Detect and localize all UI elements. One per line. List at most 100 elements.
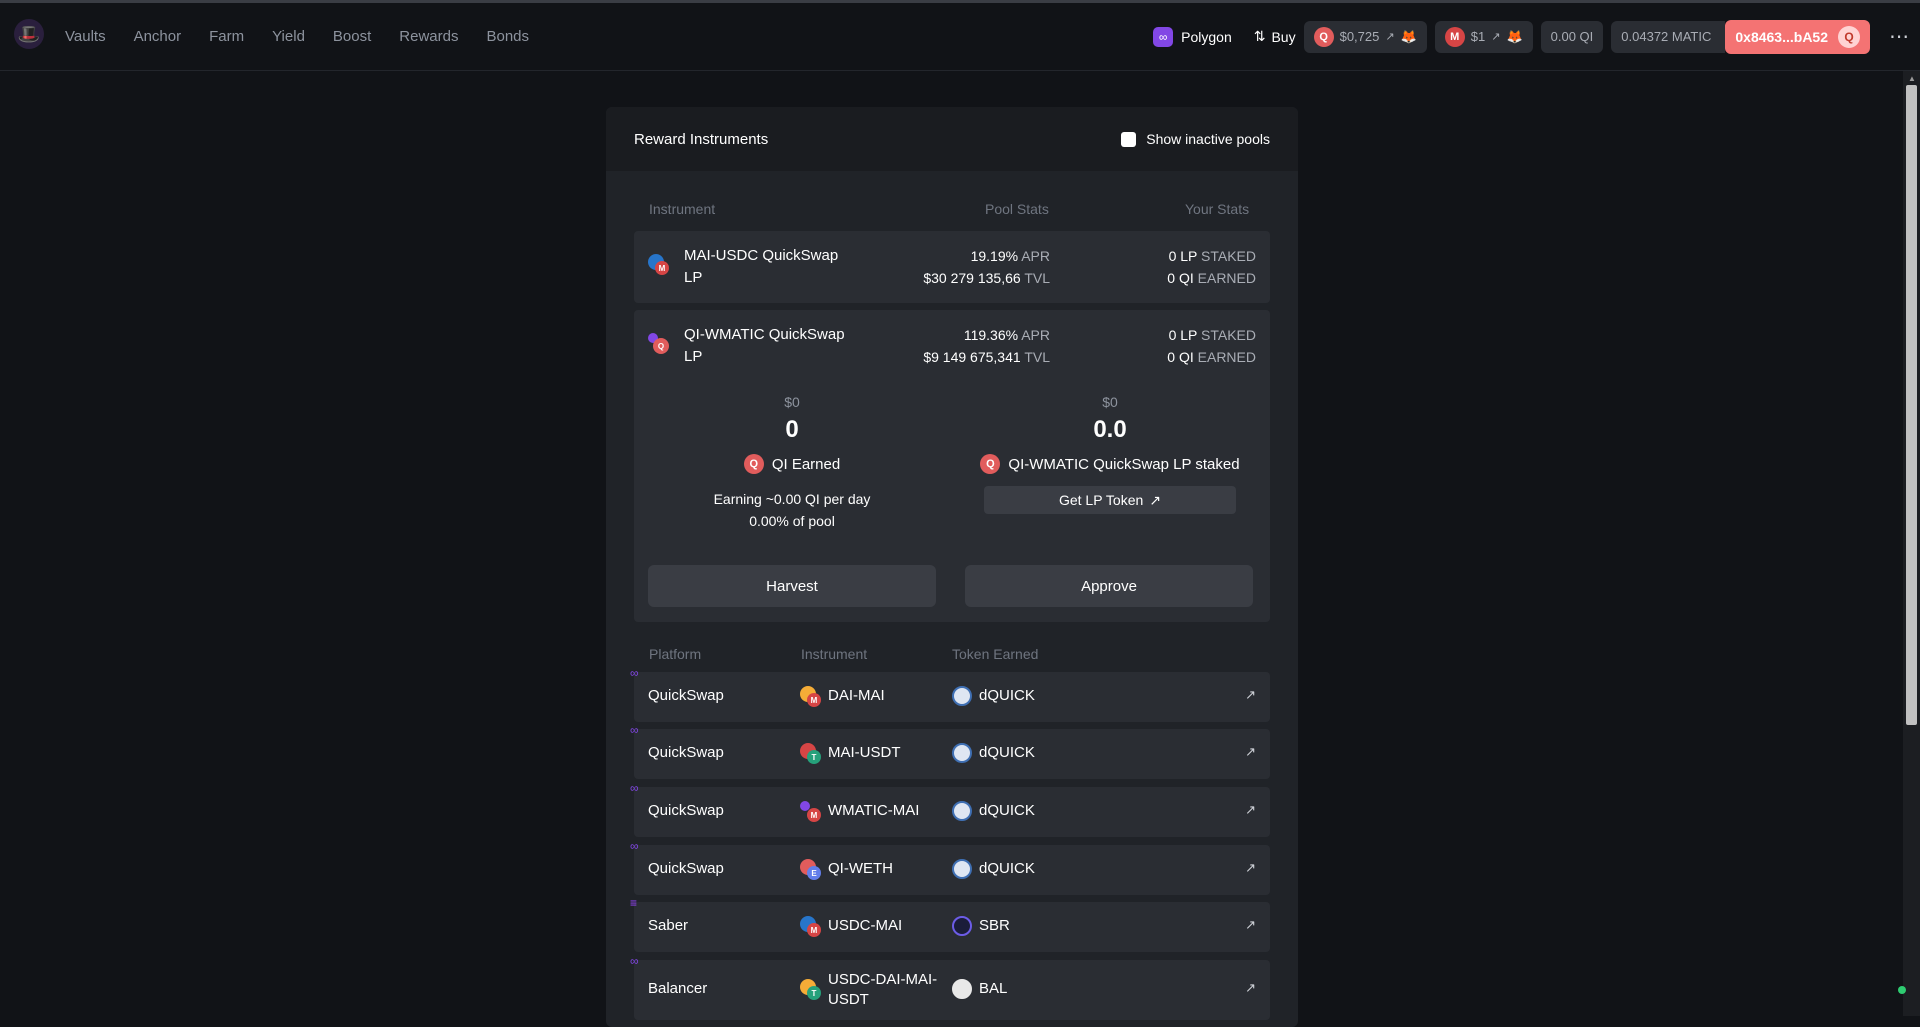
earned-label-row: Q QI Earned: [652, 454, 932, 474]
dquick-icon: [952, 743, 972, 763]
metamask-icon[interactable]: 🦊: [1401, 29, 1417, 45]
mai-price-pill[interactable]: M $1 ↗ 🦊: [1434, 20, 1533, 53]
staked-column: $0 0.0 Q QI-WMATIC QuickSwap LP staked G…: [970, 394, 1250, 514]
balancer-icon: ∞: [630, 954, 639, 968]
nav-bonds[interactable]: Bonds: [486, 28, 529, 45]
pool-row-expanded[interactable]: Q QI-WMATIC QuickSwap LP 119.36% APR $9 …: [634, 310, 1270, 622]
matic-balance: 0.04372 MATIC: [1621, 29, 1712, 44]
staked-unit: STAKED: [1201, 327, 1256, 343]
nav-farm[interactable]: Farm: [209, 28, 244, 45]
qi-wmatic-pair-icon: Q: [648, 333, 670, 355]
nav-vaults[interactable]: Vaults: [65, 28, 106, 45]
external-link-icon[interactable]: ↗: [1245, 980, 1256, 996]
pool-row[interactable]: M MAI-USDC QuickSwap LP 19.19% APR $30 2…: [634, 231, 1270, 303]
wmatic-mai-icon: M: [800, 801, 822, 823]
staked-amount: 0.0: [1093, 416, 1127, 443]
buy-button[interactable]: ⇅ Buy: [1254, 28, 1296, 45]
pool-stats: 119.36% APR $9 149 675,341 TVL: [923, 324, 1050, 368]
panel-header: Reward Instruments Show inactive pools: [606, 107, 1298, 171]
mai-token-icon: M: [1444, 26, 1465, 47]
instrument-name: USDC-DAI-MAI-USDT: [828, 971, 938, 1008]
token-earned: dQUICK: [979, 860, 1035, 877]
platform-name: QuickSwap: [648, 687, 724, 704]
platform-row[interactable]: ∞ QuickSwap T MAI-USDT dQUICK ↗: [630, 723, 1270, 779]
qi-token-icon: Q: [743, 454, 764, 474]
instrument-name: DAI-MAI: [828, 687, 885, 704]
staked-usd: $0: [1102, 394, 1118, 410]
nav-boost[interactable]: Boost: [333, 28, 371, 45]
quickswap-icon: ∞: [630, 723, 639, 737]
saber-icon: ≡: [630, 896, 638, 910]
external-link-icon[interactable]: ↗: [1245, 917, 1256, 933]
platform-row[interactable]: ∞ QuickSwap M DAI-MAI dQUICK ↗: [630, 666, 1270, 722]
platform-row[interactable]: ∞ Balancer T USDC-DAI-MAI-USDT BAL ↗: [630, 954, 1270, 1020]
get-lp-token-button[interactable]: Get LP Token ↗: [984, 486, 1236, 514]
instrument-name: WMATIC-MAI: [828, 802, 920, 819]
approve-button[interactable]: Approve: [965, 565, 1253, 607]
mai-usdt-icon: T: [800, 743, 822, 765]
dai-mai-icon: M: [800, 686, 822, 708]
platform-row[interactable]: ≡ Saber M USDC-MAI SBR ↗: [630, 896, 1270, 952]
top-nav-bar: 🎩 Vaults Anchor Farm Yield Boost Rewards…: [0, 3, 1920, 71]
pool-name: QI-WMATIC QuickSwap LP: [684, 326, 845, 365]
pool-tvl: $30 279 135,66: [923, 270, 1021, 286]
earned-value: 0 QI: [1167, 270, 1194, 286]
your-stats: 0 LP STAKED 0 QI EARNED: [1167, 324, 1256, 368]
col-instrument: Instrument: [649, 201, 716, 217]
tvl-unit: TVL: [1024, 349, 1050, 365]
staked-unit: STAKED: [1201, 248, 1256, 264]
earned-unit: EARNED: [1197, 270, 1256, 286]
dquick-icon: [952, 801, 972, 821]
platform-row[interactable]: ∞ QuickSwap M WMATIC-MAI dQUICK ↗: [630, 781, 1270, 837]
staked-label: QI-WMATIC QuickSwap LP staked: [1008, 455, 1240, 473]
matic-balance-pill: 0.04372 MATIC: [1611, 20, 1726, 53]
scrollbar-thumb[interactable]: [1906, 85, 1917, 725]
external-link-icon[interactable]: ↗: [1491, 30, 1500, 43]
external-link-icon: ↗: [1149, 491, 1162, 508]
app-logo[interactable]: 🎩: [14, 19, 44, 49]
nav-anchor[interactable]: Anchor: [134, 28, 182, 45]
instrument-name: QI-WETH: [828, 860, 893, 877]
instrument-name: MAI-USDT: [828, 744, 901, 761]
qi-token-icon: Q: [1313, 26, 1334, 47]
apr-unit: APR: [1021, 248, 1050, 264]
metamask-icon[interactable]: 🦊: [1506, 29, 1522, 45]
qi-balance-pill: 0.00 QI: [1540, 20, 1604, 53]
qi-price-pill[interactable]: Q $0,725 ↗ 🦊: [1303, 20, 1427, 53]
external-link-icon[interactable]: ↗: [1245, 860, 1256, 876]
external-link-icon[interactable]: ↗: [1245, 687, 1256, 703]
show-inactive-checkbox[interactable]: [1121, 131, 1137, 147]
wallet-address-button[interactable]: 0x8463...bA52 Q: [1725, 19, 1870, 54]
staked-value: 0 LP: [1168, 327, 1198, 343]
harvest-button[interactable]: Harvest: [648, 565, 936, 607]
network-label: Polygon: [1181, 28, 1232, 45]
nav-rewards[interactable]: Rewards: [399, 28, 458, 45]
scroll-up-arrow-icon[interactable]: ▲: [1908, 74, 1916, 83]
page-scrollbar[interactable]: ▲: [1903, 71, 1920, 1016]
network-selector[interactable]: ∞ Polygon: [1153, 26, 1232, 47]
show-inactive-label: Show inactive pools: [1146, 131, 1270, 147]
external-link-icon[interactable]: ↗: [1385, 30, 1394, 43]
token-earned: dQUICK: [979, 744, 1035, 761]
platform-row[interactable]: ∞ QuickSwap E QI-WETH dQUICK ↗: [630, 839, 1270, 895]
qi-price: $0,725: [1339, 29, 1380, 44]
external-link-icon[interactable]: ↗: [1245, 802, 1256, 818]
dquick-icon: [952, 686, 972, 706]
external-link-icon[interactable]: ↗: [1245, 744, 1256, 760]
pool-apr: 19.19%: [970, 248, 1019, 264]
nav-yield[interactable]: Yield: [272, 28, 305, 45]
earned-amount: 0: [785, 416, 799, 443]
polygon-icon: ∞: [1153, 26, 1174, 47]
pool-name: MAI-USDC QuickSwap LP: [684, 247, 839, 286]
instrument-name: USDC-MAI: [828, 917, 903, 934]
pool-tvl: $9 149 675,341: [923, 349, 1021, 365]
qi-wmatic-lp-icon: Q: [980, 454, 1001, 474]
col-instrument: Instrument: [801, 646, 868, 662]
more-menu-icon[interactable]: ⋯: [1884, 24, 1914, 49]
earned-value: 0 QI: [1167, 349, 1194, 365]
apr-unit: APR: [1021, 327, 1050, 343]
bal-icon: [952, 979, 972, 999]
quickswap-icon: ∞: [630, 839, 639, 853]
earned-usd: $0: [784, 394, 800, 410]
show-inactive-toggle[interactable]: Show inactive pools: [1121, 131, 1270, 147]
